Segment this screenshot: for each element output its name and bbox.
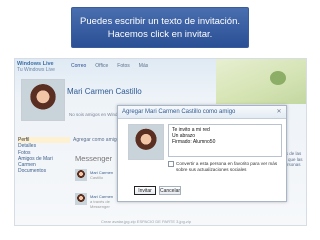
sidebar-item-amigos[interactable]: Amigos de Mari Carmen bbox=[18, 156, 70, 169]
profile-avatar[interactable] bbox=[21, 79, 65, 121]
caption-line-1: Puedes escribir un texto de invitación. bbox=[79, 16, 240, 27]
dialog-header: Agregar Mari Carmen Castillo como amigo … bbox=[118, 106, 286, 119]
sidebar-item-documentos[interactable]: Documentos bbox=[18, 168, 70, 174]
attachment-links[interactable]: Crear avatar.jpg.zip ESPACIO DE PARTE 3.… bbox=[101, 219, 191, 224]
profile-sidebar: Perfil Detalles Fotos Amigos de Mari Car… bbox=[18, 137, 70, 175]
dialog-title: Agregar Mari Carmen Castillo como amigo bbox=[122, 109, 236, 115]
nav-item-fotos[interactable]: Fotos bbox=[117, 63, 130, 69]
add-friend-link[interactable]: Agregar como amigo bbox=[73, 137, 119, 143]
dialog-avatar bbox=[128, 124, 164, 160]
profile-name: Mari Carmen Castillo bbox=[67, 87, 142, 96]
nav-item-office[interactable]: Office bbox=[95, 63, 108, 69]
message-line: Firmado: Alumno50 bbox=[172, 139, 216, 145]
instruction-caption: Puedes escribir un texto de invitación. … bbox=[71, 7, 249, 48]
feed-avatar bbox=[75, 193, 87, 205]
tree-graphic bbox=[270, 71, 286, 85]
cancel-button[interactable]: Cancelar bbox=[159, 186, 181, 195]
favorite-checkbox-label: Convertir a esta persona en favorito par… bbox=[176, 161, 278, 172]
header-landscape bbox=[216, 59, 306, 104]
feed-item-detail: Castillo bbox=[90, 175, 104, 180]
windows-live-logo[interactable]: Windows Live Tu Windows Live bbox=[17, 61, 71, 73]
add-friend-dialog: Agregar Mari Carmen Castillo como amigo … bbox=[117, 105, 287, 202]
favorite-checkbox[interactable] bbox=[168, 161, 174, 167]
feed-avatar bbox=[75, 169, 87, 181]
messenger-title: Messenger bbox=[75, 154, 113, 163]
nav-item-correo[interactable]: Correo bbox=[71, 63, 86, 69]
caption-line-2: Hacemos click en invitar. bbox=[107, 29, 213, 40]
close-icon[interactable]: ✕ bbox=[275, 108, 283, 116]
invite-button[interactable]: Invitar bbox=[134, 186, 156, 195]
nav-item-mas[interactable]: Más bbox=[139, 63, 148, 69]
top-navigation: Correo Office Fotos Más bbox=[71, 63, 148, 69]
invitation-message-field[interactable]: Te invito a mi red Un abrazo Firmado: Al… bbox=[168, 124, 282, 157]
logo-line-2: Tu Windows Live bbox=[17, 67, 55, 73]
